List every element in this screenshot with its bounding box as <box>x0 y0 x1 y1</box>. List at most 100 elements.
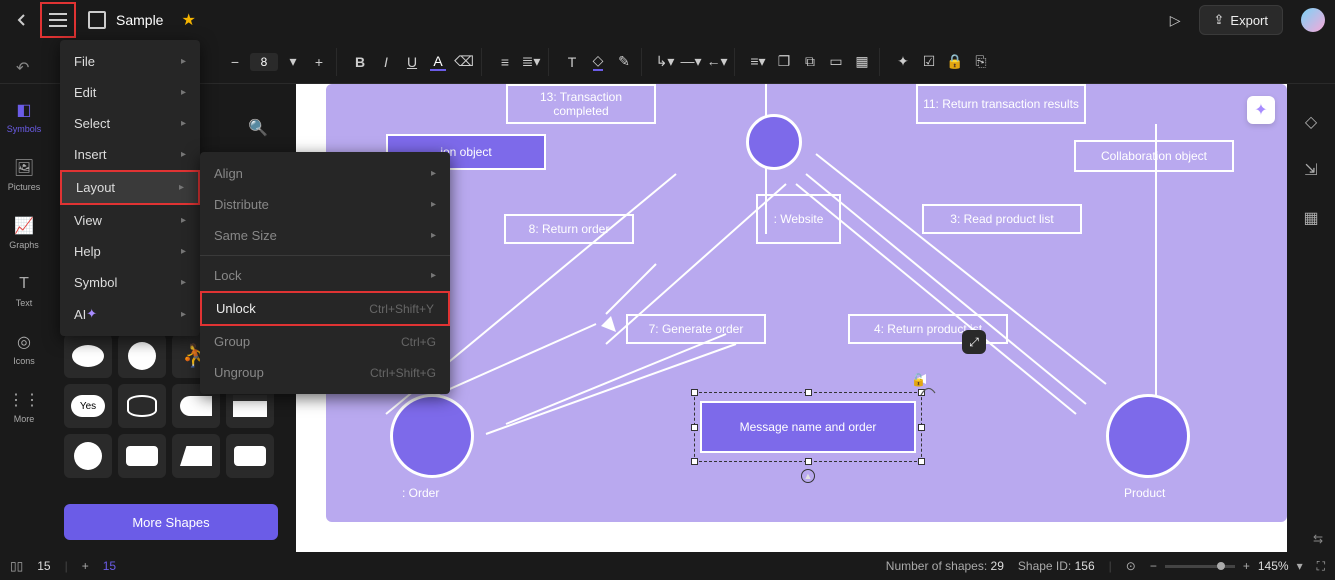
submenu-align[interactable]: Align▸ <box>200 158 450 189</box>
back-button[interactable] <box>10 8 34 32</box>
menu-layout[interactable]: Layout▸ <box>60 170 200 205</box>
menu-help[interactable]: Help▸ <box>60 236 200 267</box>
increase-button[interactable]: + <box>308 51 330 73</box>
menu-insert[interactable]: Insert▸ <box>60 139 200 170</box>
shape-circle2[interactable] <box>64 434 112 478</box>
submenu-same-size[interactable]: Same Size▸ <box>200 220 450 251</box>
menu-select[interactable]: Select▸ <box>60 108 200 139</box>
rail-icons[interactable]: ◎Icons <box>13 332 35 366</box>
symbols-icon: ◧ <box>14 100 34 120</box>
ai-assistant-button[interactable]: ✦ <box>1247 96 1275 124</box>
node-read-product[interactable]: 3: Read product list <box>922 204 1082 234</box>
submenu-lock[interactable]: Lock▸ <box>200 260 450 291</box>
node-website[interactable]: : Website <box>756 194 841 244</box>
more-icon: ⋮⋮ <box>14 390 34 410</box>
add-page-button[interactable]: + <box>82 559 89 573</box>
target-icon[interactable]: ⊙ <box>1126 559 1136 573</box>
zoom-in-button[interactable]: + <box>1243 559 1250 573</box>
menu-edit[interactable]: Edit▸ <box>60 77 200 108</box>
grid-right-icon[interactable]: ▦ <box>1303 208 1318 228</box>
italic-button[interactable]: I <box>375 51 397 73</box>
submenu-ungroup[interactable]: UngroupCtrl+Shift+G <box>200 357 450 388</box>
paint-bucket-icon[interactable]: ◇ <box>1305 112 1317 132</box>
rail-pictures[interactable]: 🖼Pictures <box>8 158 41 192</box>
align-button[interactable]: ≡ <box>494 51 516 73</box>
main-menu-dropdown: File▸ Edit▸ Select▸ Insert▸ Layout▸ View… <box>60 40 200 336</box>
submenu-distribute[interactable]: Distribute▸ <box>200 189 450 220</box>
edit-button[interactable]: ☑ <box>918 51 940 73</box>
rail-symbols[interactable]: ◧Symbols <box>7 100 42 134</box>
pen-button[interactable]: ✎ <box>613 51 635 73</box>
zoom-dropdown[interactable]: ▾ <box>1297 559 1303 573</box>
chevron-down-icon[interactable]: ▾ <box>282 51 304 73</box>
node-collaboration-object[interactable]: Collaboration object <box>1074 140 1234 172</box>
clear-format-button[interactable]: ⌫ <box>453 51 475 73</box>
avatar[interactable] <box>1301 8 1325 32</box>
node-return-results[interactable]: 11: Return transaction results <box>916 84 1086 124</box>
copy-button[interactable]: ⧉ <box>799 51 821 73</box>
shape-trapezoid[interactable] <box>172 434 220 478</box>
ai-sparkle-button[interactable]: ✦ <box>892 51 914 73</box>
distribute-button[interactable]: ≡▾ <box>747 51 769 73</box>
search-icon[interactable]: 🔍 <box>246 116 270 140</box>
node-circle-center[interactable] <box>746 114 802 170</box>
connector-button[interactable]: ↳▾ <box>654 51 676 73</box>
undo-icon[interactable]: ↶ <box>16 58 29 78</box>
shape-yes[interactable]: Yes <box>64 384 112 428</box>
lock-button[interactable]: 🔒 <box>944 51 966 73</box>
label-order: : Order <box>402 486 439 500</box>
pages-icon[interactable]: ▯▯ <box>10 559 23 573</box>
menu-ai[interactable]: AI✦▸ <box>60 298 200 330</box>
export-button[interactable]: ⇪ Export <box>1199 5 1283 35</box>
text-tool-button[interactable]: T <box>561 51 583 73</box>
line-style-button[interactable]: —▾ <box>680 51 702 73</box>
shape-ellipse[interactable] <box>64 334 112 378</box>
grid-button[interactable]: ▦ <box>851 51 873 73</box>
export-right-icon[interactable]: ⇲ <box>1304 160 1317 180</box>
hamburger-icon[interactable] <box>49 13 67 27</box>
star-icon[interactable]: ★ <box>181 10 195 30</box>
highlight-button[interactable]: ◇ <box>587 51 609 73</box>
zoom-out-button[interactable]: − <box>1150 559 1157 573</box>
menu-symbol[interactable]: Symbol▸ <box>60 267 200 298</box>
line-spacing-button[interactable]: ≣▾ <box>520 51 542 73</box>
rail-text[interactable]: TText <box>14 274 34 308</box>
node-generate-order[interactable]: 7: Generate order <box>626 314 766 344</box>
formatting-toolbar: − 8 ▾ + B I U A ⌫ ≡ ≣▾ T ◇ ✎ ↳▾ —▾ ←▾ ≡▾… <box>0 40 1335 84</box>
shape-rect[interactable] <box>118 434 166 478</box>
node-circle-order[interactable] <box>390 394 474 478</box>
menu-view[interactable]: View▸ <box>60 205 200 236</box>
settings-bottom-icon[interactable]: ⇆ <box>1313 532 1323 546</box>
node-message-order[interactable]: Message name and order <box>700 401 916 453</box>
fullscreen-icon[interactable]: ⛶ <box>1317 559 1325 574</box>
submenu-group[interactable]: GroupCtrl+G <box>200 326 450 357</box>
menu-file[interactable]: File▸ <box>60 46 200 77</box>
shape-cylinder[interactable] <box>118 384 166 428</box>
layers-button[interactable]: ❐ <box>773 51 795 73</box>
node-transaction-completed[interactable]: 13: Transaction completed <box>506 84 656 124</box>
bold-button[interactable]: B <box>349 51 371 73</box>
more-shapes-button[interactable]: More Shapes <box>64 504 278 540</box>
font-color-button[interactable]: A <box>427 51 449 73</box>
decrease-button[interactable]: − <box>224 51 246 73</box>
rotate-handle[interactable]: ▲ <box>801 469 815 483</box>
rail-graphs[interactable]: 📈Graphs <box>9 216 39 250</box>
current-page[interactable]: 15 <box>103 559 116 573</box>
underline-button[interactable]: U <box>401 51 423 73</box>
shape-rect2[interactable] <box>226 434 274 478</box>
submenu-unlock[interactable]: UnlockCtrl+Shift+Y <box>200 291 450 326</box>
shape-circle[interactable] <box>118 334 166 378</box>
node-return-order[interactable]: 8: Return order <box>504 214 634 244</box>
node-circle-product[interactable] <box>1106 394 1190 478</box>
arrow-style-button[interactable]: ←▾ <box>706 51 728 73</box>
floating-tool-button[interactable]: ⤢ <box>962 330 986 354</box>
zoom-controls: − + 145% ▾ <box>1150 559 1303 573</box>
document-icon <box>88 11 106 29</box>
rail-more[interactable]: ⋮⋮More <box>14 390 35 424</box>
save-button[interactable]: ⎘ <box>970 51 992 73</box>
zoom-slider[interactable] <box>1165 565 1235 568</box>
font-size-input[interactable]: 8 <box>250 53 278 71</box>
right-rail: ◇ ⇲ ▦ <box>1287 84 1335 552</box>
page-button[interactable]: ▭ <box>825 51 847 73</box>
play-icon[interactable]: ▷ <box>1170 12 1181 29</box>
